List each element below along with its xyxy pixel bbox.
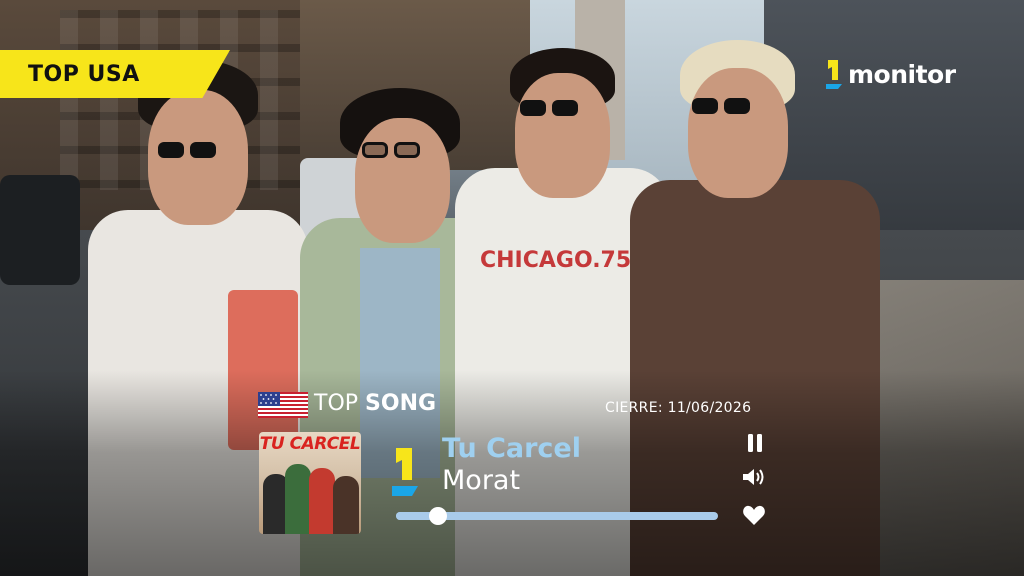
album-cover-title: TU CARCEL bbox=[259, 434, 361, 454]
top-usa-label: TOP USA bbox=[28, 61, 140, 87]
closing-date: CIERRE: 11/06/2026 bbox=[605, 400, 752, 416]
cover-figure bbox=[333, 476, 359, 534]
pause-icon[interactable] bbox=[742, 430, 768, 456]
us-flag-icon bbox=[258, 392, 308, 418]
artist-name: Morat bbox=[442, 465, 521, 496]
cover-figure bbox=[309, 468, 335, 534]
top-song-heading: TOP SONG bbox=[314, 391, 436, 416]
heart-icon[interactable] bbox=[741, 502, 767, 528]
top-song-strong: SONG bbox=[365, 391, 437, 416]
top-usa-badge: TOP USA bbox=[0, 50, 230, 98]
cover-figure bbox=[285, 464, 311, 534]
monitor-logo[interactable]: monitor bbox=[824, 58, 956, 90]
song-title: Tu Carcel bbox=[442, 433, 581, 464]
monitor-logo-icon bbox=[824, 58, 844, 90]
stage: CHICAGO.75 TOP USA monitor TOP SONG CIER… bbox=[0, 0, 1024, 576]
parked-car bbox=[0, 175, 80, 285]
monitor-logo-text: monitor bbox=[848, 59, 956, 89]
progress-knob[interactable] bbox=[428, 507, 447, 525]
top-song-prefix: TOP bbox=[314, 391, 359, 416]
volume-icon[interactable] bbox=[741, 464, 767, 490]
album-cover[interactable]: TU CARCEL bbox=[259, 432, 361, 534]
monitor-mini-logo-icon bbox=[388, 446, 422, 498]
